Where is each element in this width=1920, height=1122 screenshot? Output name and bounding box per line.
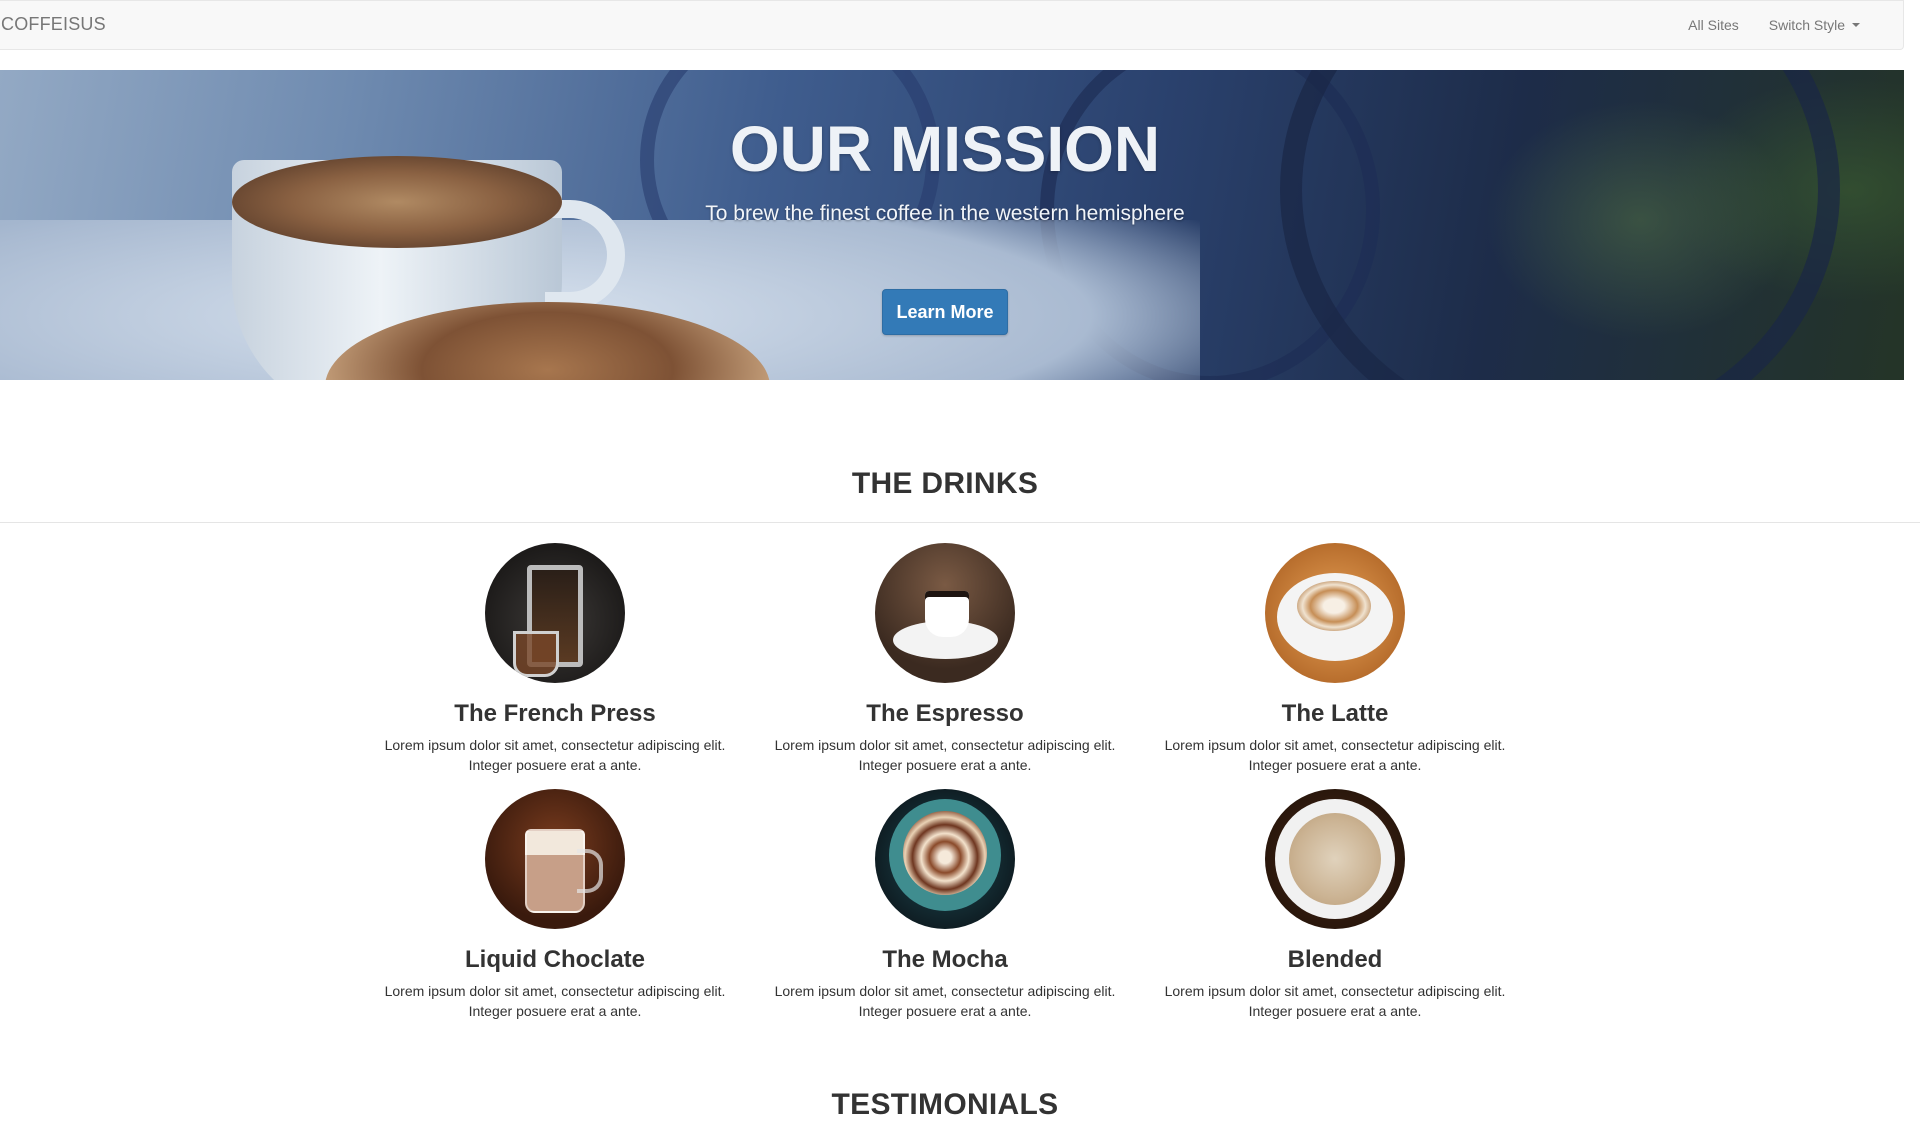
hero-subtitle: To brew the finest coffee in the western… — [705, 202, 1185, 225]
nav-link-label: All Sites — [1688, 17, 1739, 33]
learn-more-button[interactable]: Learn More — [882, 289, 1008, 335]
liquid-chocolate-image — [485, 789, 625, 929]
drink-description: Lorem ipsum dolor sit amet, consectetur … — [1164, 737, 1506, 773]
drink-description: Lorem ipsum dolor sit amet, consectetur … — [384, 983, 726, 1019]
drink-card: The Latte Lorem ipsum dolor sit amet, co… — [1140, 543, 1530, 775]
section-divider — [0, 522, 1920, 523]
nav-links: All Sites Switch Style — [1673, 1, 1875, 49]
switch-style-dropdown[interactable]: Switch Style — [1754, 17, 1875, 33]
drinks-section-title: THE DRINKS — [851, 467, 1039, 500]
hero-banner: OUR MISSION To brew the finest coffee in… — [0, 70, 1904, 380]
nav-link-label: Switch Style — [1768, 17, 1845, 33]
blended-image — [1265, 789, 1405, 929]
hero-content: OUR MISSION To brew the finest coffee in… — [0, 70, 1890, 380]
drink-name: The Espresso — [866, 700, 1024, 727]
espresso-image — [875, 543, 1015, 683]
testimonials-section-title: TESTIMONIALS — [831, 1088, 1059, 1121]
drink-card: Blended Lorem ipsum dolor sit amet, cons… — [1140, 789, 1530, 1021]
drink-description: Lorem ipsum dolor sit amet, consectetur … — [384, 737, 726, 773]
drink-card: Liquid Choclate Lorem ipsum dolor sit am… — [360, 789, 750, 1021]
drink-name: The Latte — [1281, 700, 1389, 727]
mocha-image — [875, 789, 1015, 929]
drink-name: Liquid Choclate — [465, 946, 645, 973]
drink-name: The Mocha — [882, 946, 1008, 973]
drink-card: The Mocha Lorem ipsum dolor sit amet, co… — [750, 789, 1140, 1021]
drink-name: Blended — [1287, 946, 1383, 973]
nav-link-all-sites[interactable]: All Sites — [1673, 17, 1754, 33]
hero-title: OUR MISSION — [729, 113, 1161, 185]
drink-name: The French Press — [454, 700, 656, 727]
drink-description: Lorem ipsum dolor sit amet, consectetur … — [774, 983, 1116, 1019]
drink-card: The French Press Lorem ipsum dolor sit a… — [360, 543, 750, 775]
drink-card: The Espresso Lorem ipsum dolor sit amet,… — [750, 543, 1140, 775]
drink-description: Lorem ipsum dolor sit amet, consectetur … — [774, 737, 1116, 773]
drink-description: Lorem ipsum dolor sit amet, consectetur … — [1164, 983, 1506, 1019]
french-press-image — [485, 543, 625, 683]
brand-logo[interactable]: COFFEISUS — [1, 14, 106, 35]
latte-image — [1265, 543, 1405, 683]
navbar: COFFEISUS All Sites Switch Style — [0, 0, 1904, 50]
caret-down-icon — [1852, 23, 1860, 27]
